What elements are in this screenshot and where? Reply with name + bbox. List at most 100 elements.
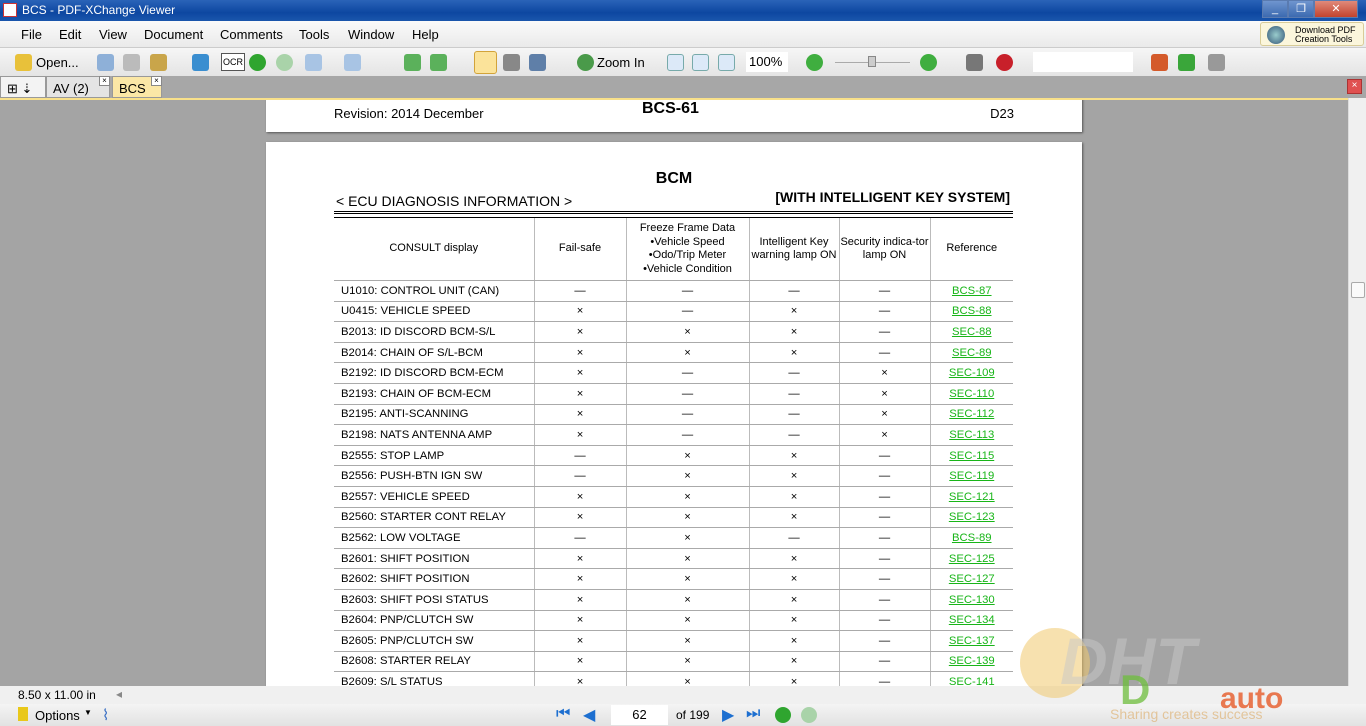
save-icon[interactable] <box>97 54 114 71</box>
tab-list-icon[interactable]: ⊞ ⇣ <box>0 76 46 98</box>
back-icon[interactable] <box>249 54 266 71</box>
redo-icon[interactable] <box>344 54 361 71</box>
select-text-icon[interactable] <box>529 54 546 71</box>
reference-link[interactable]: SEC-127 <box>949 573 995 585</box>
scrollbar-thumb[interactable] <box>1351 282 1365 298</box>
table-cell: × <box>625 671 749 686</box>
reference-link[interactable]: SEC-88 <box>952 326 992 338</box>
back-view-icon[interactable] <box>775 707 791 723</box>
table-cell: — <box>748 424 839 446</box>
close-button[interactable]: ✕ <box>1314 0 1358 18</box>
bottom-toolbar: Options ▼ ⌇ ⏮ ◀ 62 of 199 ▶ ⏭ <box>0 704 1366 726</box>
table-cell: × <box>533 610 626 632</box>
hand-tool-icon[interactable] <box>474 51 497 74</box>
zoom-in-button[interactable]: Zoom In <box>597 53 645 71</box>
ocr-button[interactable]: OCR <box>221 53 245 71</box>
reference-link[interactable]: SEC-141 <box>949 676 995 686</box>
ask-logo-icon[interactable] <box>996 54 1013 71</box>
table-cell: — <box>838 486 930 508</box>
close-tab-icon[interactable]: × <box>99 76 110 86</box>
consult-display-cell: B2195: ANTI-SCANNING <box>334 404 534 426</box>
menu-document[interactable]: Document <box>144 27 203 42</box>
forward-icon[interactable] <box>276 54 293 71</box>
download-pdf-tools-button[interactable]: Download PDF Creation Tools <box>1260 22 1364 46</box>
menu-edit[interactable]: Edit <box>59 27 81 42</box>
export-icon[interactable] <box>150 54 167 71</box>
zoom-out-minus-icon[interactable] <box>806 54 823 71</box>
reference-link[interactable]: SEC-134 <box>949 614 995 626</box>
page-number-input[interactable]: 62 <box>611 705 668 725</box>
reference-link[interactable]: BCS-89 <box>952 532 992 544</box>
search-input[interactable] <box>1033 52 1133 72</box>
reference-link[interactable]: SEC-112 <box>949 408 994 420</box>
first-page-icon[interactable]: ⏮ <box>556 705 570 723</box>
forward-view-icon[interactable] <box>801 707 817 723</box>
zoom-slider-thumb[interactable] <box>868 56 876 67</box>
page-total: of 199 <box>676 708 710 722</box>
filter-icon[interactable] <box>1208 54 1225 71</box>
reference-link[interactable]: SEC-109 <box>949 367 995 379</box>
find-next-icon[interactable] <box>1178 54 1195 71</box>
menu-view[interactable]: View <box>99 27 127 42</box>
import-icon[interactable] <box>192 54 209 71</box>
reference-link[interactable]: SEC-125 <box>949 553 995 565</box>
menu-help[interactable]: Help <box>412 27 439 42</box>
menu-tools[interactable]: Tools <box>299 27 329 42</box>
find-previous-icon[interactable] <box>1151 54 1168 71</box>
attachment-icon[interactable]: ⌇ <box>102 706 109 724</box>
options-dropdown-icon[interactable]: ▼ <box>84 708 92 717</box>
previous-page-icon[interactable]: ◀ <box>583 705 595 725</box>
reference-link[interactable]: SEC-139 <box>949 655 995 667</box>
rotate-right-icon[interactable] <box>430 54 447 71</box>
zoom-level-input[interactable]: 100% <box>746 52 788 72</box>
reference-link[interactable]: SEC-123 <box>949 511 995 523</box>
menu-comments[interactable]: Comments <box>220 27 283 42</box>
reference-link[interactable]: SEC-130 <box>949 594 995 606</box>
rotate-left-icon[interactable] <box>404 54 421 71</box>
consult-display-cell: B2192: ID DISCORD BCM-ECM <box>334 362 534 384</box>
close-document-icon[interactable]: × <box>1347 79 1362 94</box>
reference-link[interactable]: SEC-89 <box>952 347 992 359</box>
column-header: CONSULT display <box>334 217 534 281</box>
zoom-in-icon[interactable] <box>577 54 594 71</box>
reference-link[interactable]: BCS-88 <box>952 305 992 317</box>
undo-icon[interactable] <box>305 54 322 71</box>
table-cell: — <box>625 280 749 302</box>
reference-link[interactable]: BCS-87 <box>952 285 992 297</box>
print-icon[interactable] <box>123 54 140 71</box>
open-button[interactable]: Open... <box>36 53 79 71</box>
minimize-button[interactable]: _ <box>1262 0 1288 18</box>
tab-av[interactable]: AV (2) × <box>46 76 110 98</box>
zoom-in-plus-icon[interactable] <box>920 54 937 71</box>
table-cell: — <box>838 280 930 302</box>
table-cell: × <box>533 507 626 529</box>
reference-link[interactable]: SEC-137 <box>949 635 995 647</box>
table-cell: × <box>625 445 749 467</box>
reference-link[interactable]: SEC-119 <box>949 470 994 482</box>
table-cell: × <box>533 630 626 652</box>
restore-button[interactable]: ❐ <box>1288 0 1314 18</box>
next-page-icon[interactable]: ▶ <box>722 705 734 725</box>
actual-size-icon[interactable] <box>667 54 684 71</box>
vertical-scrollbar[interactable] <box>1348 98 1366 686</box>
consult-display-cell: B2608: STARTER RELAY <box>334 651 534 673</box>
reference-link[interactable]: SEC-110 <box>949 388 994 400</box>
snapshot-icon[interactable] <box>503 54 520 71</box>
reference-link[interactable]: SEC-121 <box>949 491 995 503</box>
last-page-icon[interactable]: ⏭ <box>746 705 760 723</box>
fit-width-icon[interactable] <box>718 54 735 71</box>
consult-display-cell: B2556: PUSH-BTN IGN SW <box>334 465 534 487</box>
table-cell: × <box>838 383 930 405</box>
fit-page-icon[interactable] <box>692 54 709 71</box>
hscroll-left-arrow[interactable]: ◂ <box>116 687 122 701</box>
find-binoculars-icon[interactable] <box>966 54 983 71</box>
menu-file[interactable]: File <box>21 27 42 42</box>
menu-window[interactable]: Window <box>348 27 394 42</box>
tab-bcs[interactable]: BCS × <box>112 76 162 98</box>
table-cell: × <box>533 671 626 686</box>
reference-link[interactable]: SEC-115 <box>949 450 994 462</box>
reference-link[interactable]: SEC-113 <box>949 429 994 441</box>
options-button[interactable]: Options <box>35 708 80 723</box>
open-folder-icon[interactable] <box>15 54 32 71</box>
close-tab-icon[interactable]: × <box>151 76 162 86</box>
